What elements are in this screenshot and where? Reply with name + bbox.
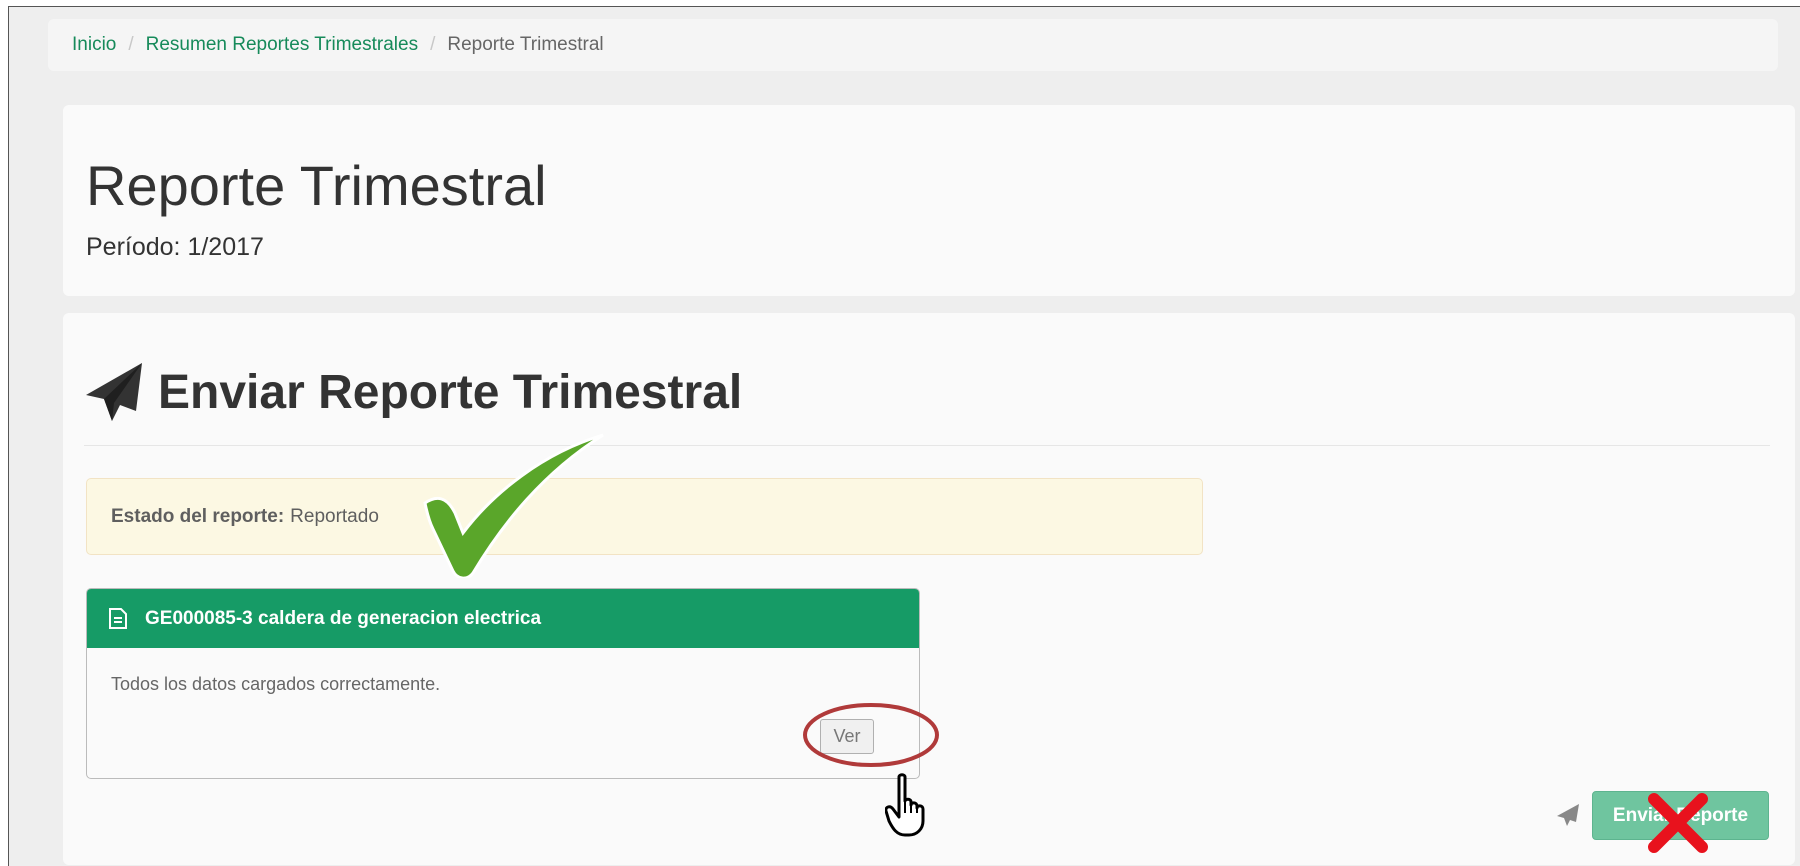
breadcrumb: Inicio / Resumen Reportes Trimestrales /… <box>48 19 1778 71</box>
breadcrumb-separator: / <box>128 34 134 55</box>
paper-plane-icon <box>86 363 142 421</box>
section-divider <box>84 445 1770 446</box>
status-label: Estado del reporte: <box>111 505 285 527</box>
breadcrumb-current: Reporte Trimestral <box>447 34 604 55</box>
highlight-ellipse <box>803 703 939 767</box>
section-title-text: Enviar Reporte Trimestral <box>158 365 743 419</box>
equipment-card: GE000085-3 caldera de generacion electri… <box>86 588 920 779</box>
breadcrumb-summary[interactable]: Resumen Reportes Trimestrales <box>146 34 418 56</box>
document-icon <box>109 608 127 629</box>
equipment-card-body: Todos los datos cargados correctamente. <box>87 648 919 695</box>
hand-cursor-icon <box>885 773 925 837</box>
red-x-icon <box>1648 793 1708 853</box>
equipment-card-message: Todos los datos cargados correctamente. <box>111 674 441 694</box>
status-value: Reportado <box>290 505 379 527</box>
report-period: Período: 1/2017 <box>86 233 264 261</box>
app-frame: Inicio / Resumen Reportes Trimestrales /… <box>8 6 1800 866</box>
breadcrumb-separator: / <box>430 34 436 55</box>
section-title: Enviar Reporte Trimestral <box>84 361 742 423</box>
equipment-card-title: GE000085-3 caldera de generacion electri… <box>145 607 542 629</box>
breadcrumb-home[interactable]: Inicio <box>72 34 116 56</box>
equipment-card-header: GE000085-3 caldera de generacion electri… <box>87 589 919 648</box>
status-alert: Estado del reporte: Reportado <box>86 478 1203 555</box>
send-report-panel: Enviar Reporte Trimestral Estado del rep… <box>63 313 1795 865</box>
report-header-panel: Reporte Trimestral Período: 1/2017 <box>63 105 1795 296</box>
page-title: Reporte Trimestral <box>86 154 547 217</box>
checkmark-icon <box>423 433 604 578</box>
paper-plane-small-icon <box>1557 804 1579 826</box>
